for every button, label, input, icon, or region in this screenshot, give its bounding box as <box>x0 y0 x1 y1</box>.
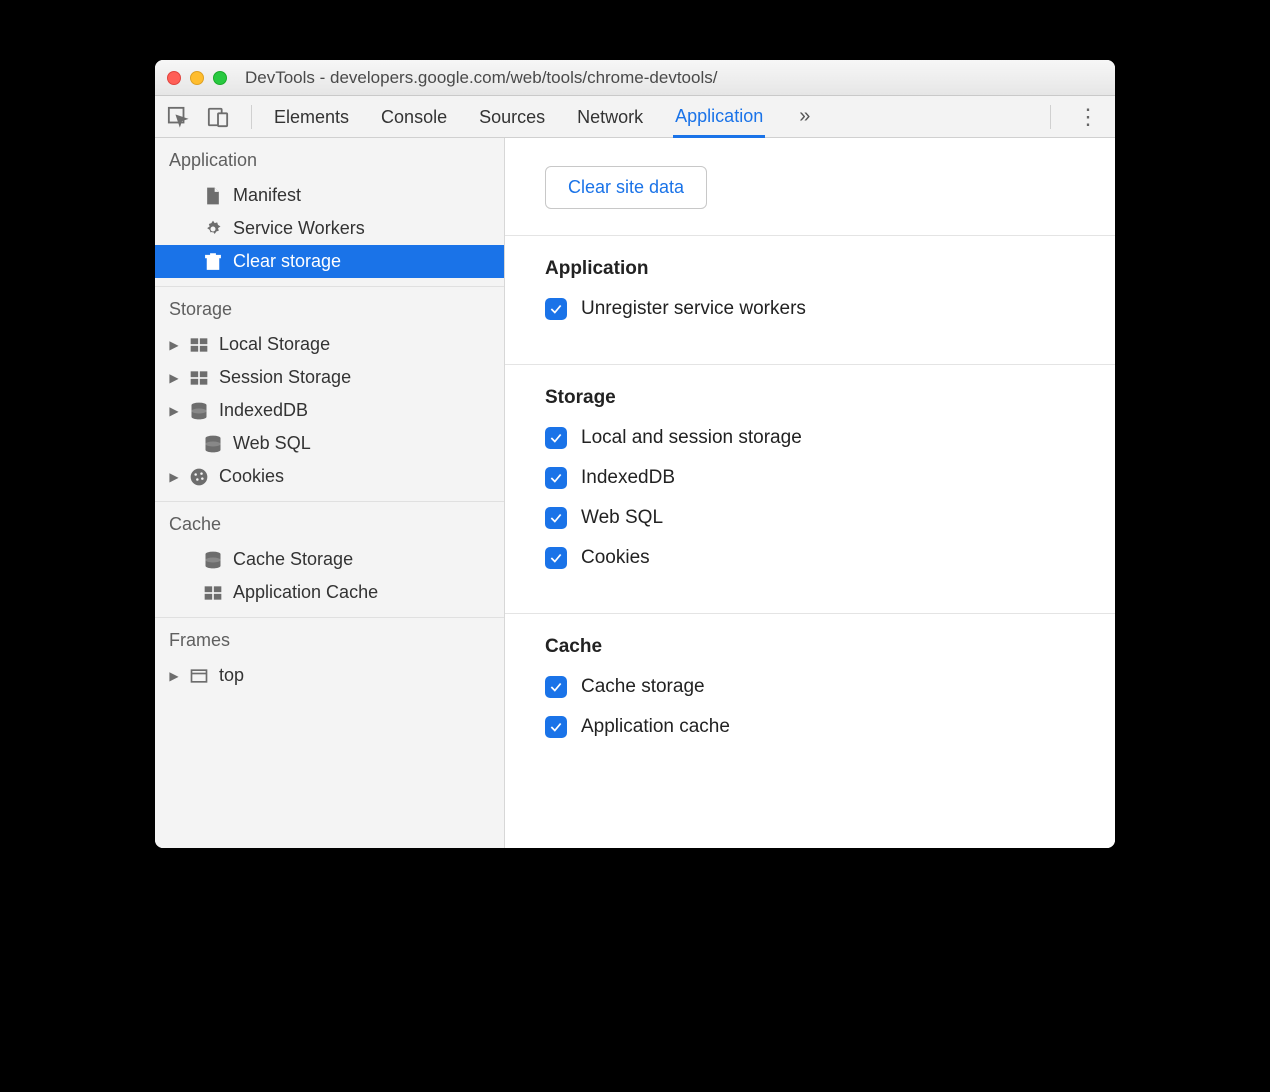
checkbox-icon[interactable] <box>545 547 567 569</box>
tab-sources[interactable]: Sources <box>477 97 547 136</box>
chevron-right-icon: ▶ <box>169 470 179 484</box>
sidebar-item-label: top <box>219 665 244 686</box>
chevron-right-icon: ▶ <box>169 669 179 683</box>
sidebar-section-application: Application Manifest Service Workers Cle… <box>155 138 504 287</box>
grid-icon <box>203 583 223 603</box>
sidebar-section-frames: Frames ▶ top <box>155 618 504 700</box>
clear-storage-pane: Clear site data Application Unregister s… <box>505 138 1115 848</box>
tabs-overflow-icon[interactable]: » <box>793 105 816 128</box>
sidebar-item-label: Manifest <box>233 185 301 206</box>
sidebar-item-manifest[interactable]: Manifest <box>155 179 504 212</box>
sidebar-section-title: Cache <box>155 502 504 543</box>
group-title: Storage <box>545 387 1075 409</box>
sidebar-item-label: Cookies <box>219 466 284 487</box>
devtools-panel-tabs: Elements Console Sources Network Applica… <box>272 96 816 138</box>
group-cache: Cache Cache storage Application cache <box>505 614 1115 782</box>
traffic-lights <box>167 71 227 85</box>
toolbar-separator <box>1050 105 1051 129</box>
grid-icon <box>189 335 209 355</box>
devtools-toolbar: Elements Console Sources Network Applica… <box>155 96 1115 138</box>
group-title: Application <box>545 258 1075 280</box>
chevron-right-icon: ▶ <box>169 338 179 352</box>
toolbar-separator <box>251 105 252 129</box>
cookie-icon <box>189 467 209 487</box>
check-web-sql[interactable]: Web SQL <box>545 507 1075 529</box>
sidebar-item-label: Session Storage <box>219 367 351 388</box>
chevron-right-icon: ▶ <box>169 371 179 385</box>
sidebar-section-cache: Cache Cache Storage Application Cache <box>155 502 504 618</box>
check-label: Cookies <box>581 547 650 569</box>
database-icon <box>203 434 223 454</box>
sidebar-item-label: Clear storage <box>233 251 341 272</box>
checkbox-icon[interactable] <box>545 467 567 489</box>
minimize-window-button[interactable] <box>190 71 204 85</box>
close-window-button[interactable] <box>167 71 181 85</box>
check-label: Application cache <box>581 716 730 738</box>
maximize-window-button[interactable] <box>213 71 227 85</box>
checkbox-icon[interactable] <box>545 507 567 529</box>
sidebar-item-label: Application Cache <box>233 582 378 603</box>
check-label: Local and session storage <box>581 427 802 449</box>
sidebar-item-indexeddb[interactable]: ▶ IndexedDB <box>155 394 504 427</box>
chevron-right-icon: ▶ <box>169 404 179 418</box>
group-application: Application Unregister service workers <box>505 236 1115 365</box>
sidebar-item-application-cache[interactable]: Application Cache <box>155 576 504 609</box>
sidebar-section-title: Storage <box>155 287 504 328</box>
sidebar-item-local-storage[interactable]: ▶ Local Storage <box>155 328 504 361</box>
sidebar-item-label: Web SQL <box>233 433 311 454</box>
sidebar-item-service-workers[interactable]: Service Workers <box>155 212 504 245</box>
sidebar-item-web-sql[interactable]: Web SQL <box>155 427 504 460</box>
check-label: Unregister service workers <box>581 298 806 320</box>
sidebar-item-cache-storage[interactable]: Cache Storage <box>155 543 504 576</box>
check-indexeddb[interactable]: IndexedDB <box>545 467 1075 489</box>
sidebar-item-clear-storage[interactable]: Clear storage <box>155 245 504 278</box>
group-title: Cache <box>545 636 1075 658</box>
check-label: IndexedDB <box>581 467 675 489</box>
mac-titlebar: DevTools - developers.google.com/web/too… <box>155 60 1115 96</box>
checkbox-icon[interactable] <box>545 676 567 698</box>
clear-button-block: Clear site data <box>505 138 1115 236</box>
sidebar-item-label: Local Storage <box>219 334 330 355</box>
file-icon <box>203 186 223 206</box>
sidebar-item-session-storage[interactable]: ▶ Session Storage <box>155 361 504 394</box>
sidebar-section-storage: Storage ▶ Local Storage ▶ Session Storag… <box>155 287 504 502</box>
check-label: Cache storage <box>581 676 705 698</box>
application-sidebar: Application Manifest Service Workers Cle… <box>155 138 505 848</box>
sidebar-item-cookies[interactable]: ▶ Cookies <box>155 460 504 493</box>
check-cache-storage[interactable]: Cache storage <box>545 676 1075 698</box>
inspect-element-icon[interactable] <box>165 104 191 130</box>
sidebar-section-title: Application <box>155 138 504 179</box>
check-application-cache[interactable]: Application cache <box>545 716 1075 738</box>
checkbox-icon[interactable] <box>545 298 567 320</box>
frame-icon <box>189 666 209 686</box>
group-storage: Storage Local and session storage Indexe… <box>505 365 1115 614</box>
checkbox-icon[interactable] <box>545 716 567 738</box>
tab-elements[interactable]: Elements <box>272 97 351 136</box>
checkbox-icon[interactable] <box>545 427 567 449</box>
device-toolbar-icon[interactable] <box>205 104 231 130</box>
devtools-window: DevTools - developers.google.com/web/too… <box>155 60 1115 848</box>
sidebar-section-title: Frames <box>155 618 504 659</box>
tab-network[interactable]: Network <box>575 97 645 136</box>
sidebar-item-label: IndexedDB <box>219 400 308 421</box>
gear-icon <box>203 219 223 239</box>
sidebar-item-top-frame[interactable]: ▶ top <box>155 659 504 692</box>
sidebar-item-label: Service Workers <box>233 218 365 239</box>
grid-icon <box>189 368 209 388</box>
tab-console[interactable]: Console <box>379 97 449 136</box>
clear-site-data-button[interactable]: Clear site data <box>545 166 707 209</box>
check-label: Web SQL <box>581 507 663 529</box>
trash-icon <box>203 252 223 272</box>
window-title: DevTools - developers.google.com/web/too… <box>235 68 1103 88</box>
tab-application[interactable]: Application <box>673 96 765 138</box>
database-icon <box>203 550 223 570</box>
database-icon <box>189 401 209 421</box>
more-options-icon[interactable]: ⋮ <box>1071 104 1105 130</box>
check-local-session-storage[interactable]: Local and session storage <box>545 427 1075 449</box>
devtools-body: Application Manifest Service Workers Cle… <box>155 138 1115 848</box>
check-cookies[interactable]: Cookies <box>545 547 1075 569</box>
sidebar-item-label: Cache Storage <box>233 549 353 570</box>
check-unregister-service-workers[interactable]: Unregister service workers <box>545 298 1075 320</box>
